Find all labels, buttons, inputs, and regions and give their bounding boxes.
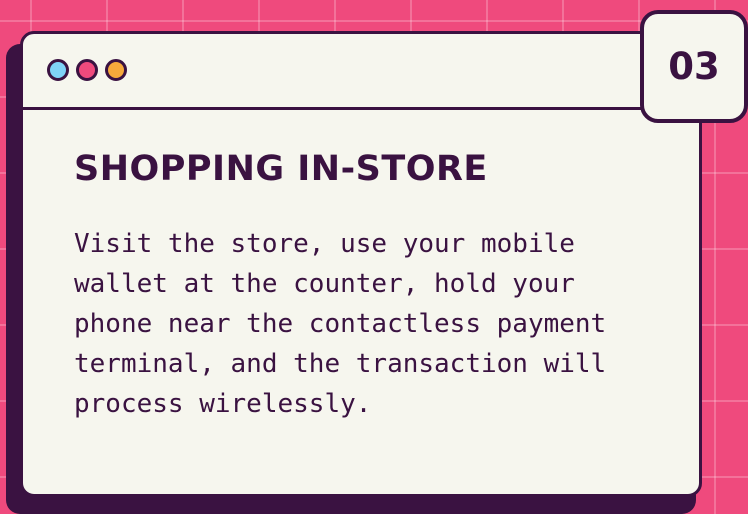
card-content: SHOPPING IN-STORE Visit the store, use y…: [74, 152, 679, 424]
step-card: SHOPPING IN-STORE Visit the store, use y…: [20, 31, 702, 497]
card-body-text: Visit the store, use your mobile wallet …: [74, 229, 607, 419]
window-titlebar: [23, 34, 699, 110]
window-controls: [47, 59, 127, 81]
step-number-badge: 03: [640, 10, 748, 123]
window-dot-blue: [47, 59, 69, 81]
window-dot-pink: [76, 59, 98, 81]
card-heading: SHOPPING IN-STORE: [74, 149, 488, 189]
window-dot-orange: [105, 59, 127, 81]
